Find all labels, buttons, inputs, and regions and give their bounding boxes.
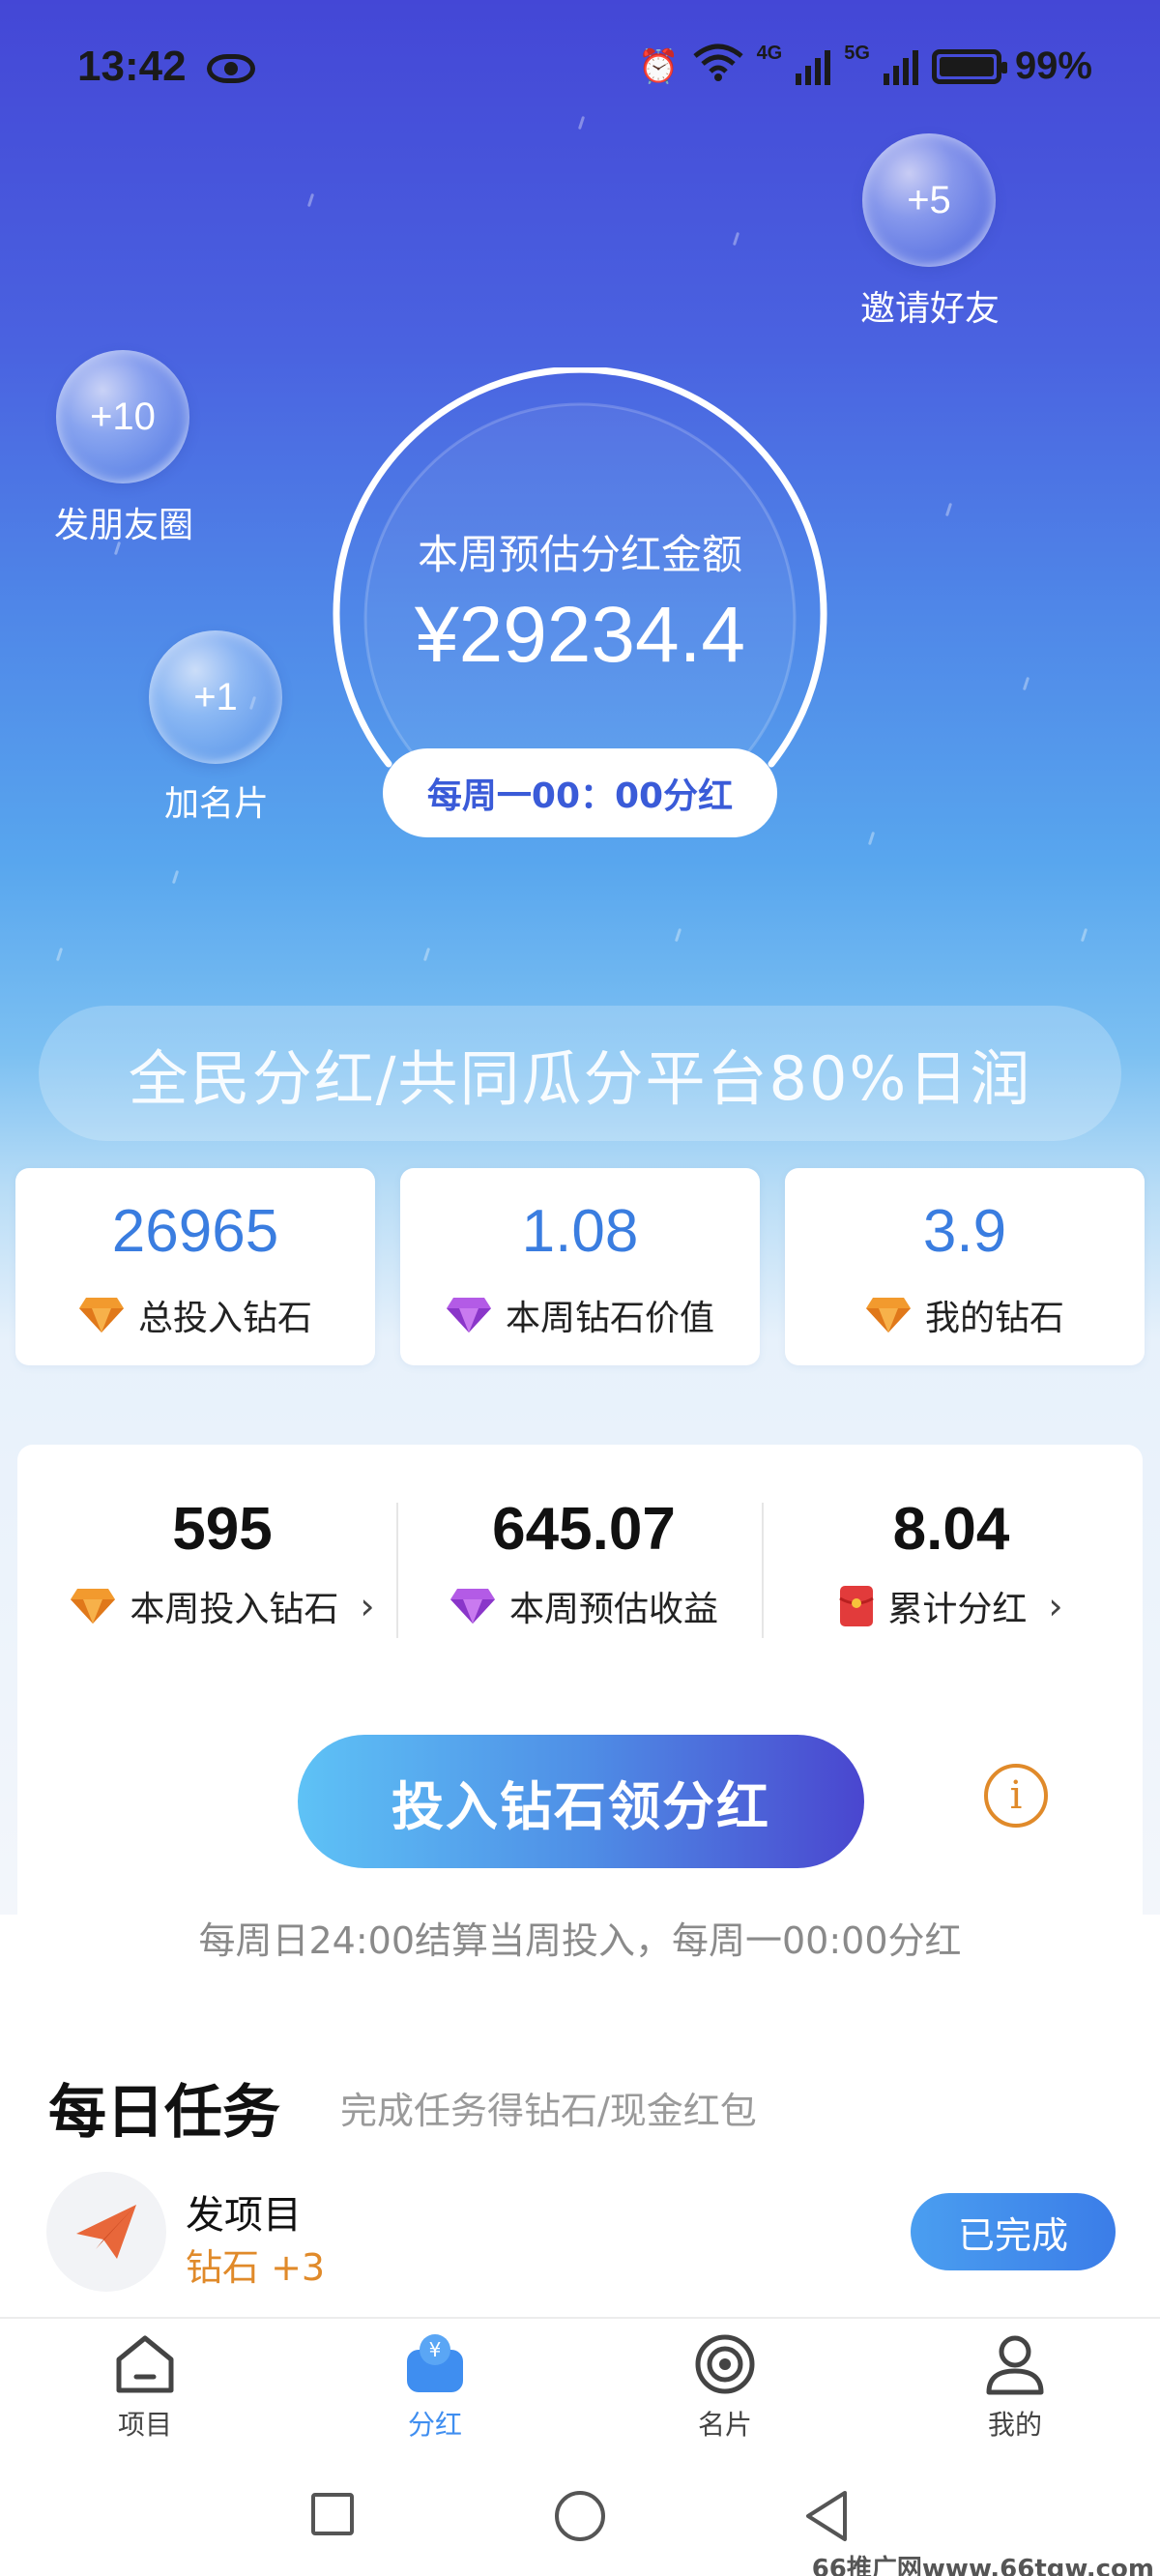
target-icon [695, 2334, 755, 2394]
schedule-pill: 每周一00：00分红 [383, 748, 777, 837]
task-done-button[interactable]: 已完成 [911, 2193, 1116, 2270]
stat-label: 总投入钻石 [137, 1299, 312, 1338]
tab-label: 项目 [117, 2409, 172, 2441]
task-name: 发项目 [186, 2193, 302, 2238]
red-envelope-icon [839, 1586, 875, 1626]
tab-mine[interactable]: 我的 [918, 2330, 1112, 2443]
panel-stat-value: 595 [172, 1496, 273, 1563]
user-icon [986, 2335, 1044, 2395]
tab-label: 我的 [987, 2409, 1042, 2441]
dividend-panel: 595 本周投入钻石 › 645.07 本周预估收益 8.04 累计分红 › 投… [17, 1445, 1143, 1918]
stat-label: 本周钻石价值 [505, 1299, 714, 1338]
bubble-invite-friends[interactable]: +5 [862, 133, 996, 267]
panel-stat-value: 8.04 [892, 1496, 1010, 1563]
battery-percent: 99% [1014, 44, 1092, 87]
orange-diamond-icon [865, 1298, 911, 1332]
stat-value: 3.9 [922, 1198, 1007, 1265]
network-5g-label: 5G [844, 43, 870, 64]
panel-stat-label: 本周投入钻石 [130, 1590, 339, 1629]
daily-tasks-subtitle: 完成任务得钻石/现金红包 [340, 2090, 757, 2132]
bubble-card[interactable]: +1 [149, 630, 282, 764]
tab-dividend[interactable]: ¥ 分红 [338, 2330, 532, 2443]
chevron-right-icon: › [360, 1585, 375, 1627]
tab-card[interactable]: 名片 [628, 2330, 822, 2443]
svg-text:¥: ¥ [429, 2338, 442, 2361]
battery-icon [931, 48, 1007, 84]
bottom-tab-bar: 项目 ¥ 分红 名片 我的 [0, 2317, 1160, 2443]
bubble-value: +1 [193, 675, 238, 718]
settlement-note: 每周日24:00结算当周投入，每周一00:00分红 [198, 1919, 962, 1962]
info-icon[interactable]: i [984, 1764, 1048, 1828]
invest-diamonds-button[interactable]: 投入钻石领分红 [298, 1735, 864, 1868]
panel-stat-label: 累计分红 [887, 1590, 1028, 1629]
yen-bag-icon: ¥ [407, 2334, 463, 2392]
panel-stat-week-earnings: 645.07 本周预估收益 [400, 1495, 768, 1631]
panel-stat-total-dividend[interactable]: 8.04 累计分红 › [768, 1495, 1135, 1631]
task-reward: 钻石 +3 [186, 2246, 326, 2289]
signal-bars-icon [796, 48, 831, 85]
back-button[interactable] [802, 2489, 851, 2543]
gauge-title: 本周预估分红金额 [417, 531, 742, 578]
chevron-right-icon: › [1048, 1585, 1063, 1627]
stat-value: 1.08 [521, 1198, 639, 1265]
tab-label: 名片 [697, 2409, 752, 2441]
bubble-label-invite: 邀请好友 [859, 289, 1000, 329]
divider [762, 1503, 764, 1638]
network-4g-label: 4G [756, 43, 783, 64]
bubble-label-moments: 发朋友圈 [53, 506, 193, 545]
tab-label: 分红 [407, 2409, 462, 2441]
alarm-icon: ⏰ [638, 47, 680, 85]
orange-diamond-icon [71, 1589, 116, 1624]
panel-stat-value: 645.07 [492, 1496, 676, 1563]
paper-plane-icon [46, 2172, 166, 2292]
home-button[interactable] [555, 2491, 605, 2541]
purple-diamond-icon [450, 1589, 495, 1624]
stat-card-diamond-value: 1.08 本周钻石价值 [400, 1168, 760, 1365]
signal-bars-5g-icon [883, 48, 918, 85]
stat-card-my-diamonds: 3.9 我的钻石 [785, 1168, 1145, 1365]
stat-value: 26965 [111, 1198, 279, 1265]
bubble-value: +5 [907, 178, 951, 221]
stat-label: 我的钻石 [924, 1299, 1064, 1338]
divider [396, 1503, 398, 1638]
recents-button[interactable] [311, 2493, 354, 2535]
wifi-icon [692, 43, 743, 90]
watermark: 66推广网www.66tgw.com [811, 2555, 1154, 2576]
stat-card-total-diamonds: 26965 总投入钻石 [15, 1168, 375, 1365]
orange-diamond-icon [78, 1298, 124, 1332]
gauge-amount: ¥29234.4 [414, 591, 745, 679]
home-icon [116, 2335, 174, 2393]
daily-tasks-title: 每日任务 [48, 2079, 280, 2147]
panel-stat-label: 本周预估收益 [508, 1590, 718, 1629]
system-nav-bar: 66推广网www.66tgw.com [0, 2443, 1160, 2576]
status-bar: 13:42 ⏰ 4G 5G 99% [0, 0, 1160, 145]
bubble-value: +10 [90, 395, 156, 438]
purple-diamond-icon [446, 1298, 491, 1332]
panel-stat-week-input[interactable]: 595 本周投入钻石 › [39, 1495, 406, 1631]
eye-icon [207, 54, 255, 83]
bubble-label-card: 加名片 [163, 784, 269, 824]
bubble-moments[interactable]: +10 [56, 350, 189, 483]
tab-projects[interactable]: 项目 [48, 2330, 242, 2443]
status-time: 13:42 [77, 43, 187, 90]
slogan-banner: 全民分红/共同瓜分平台80%日润 [39, 1006, 1121, 1141]
